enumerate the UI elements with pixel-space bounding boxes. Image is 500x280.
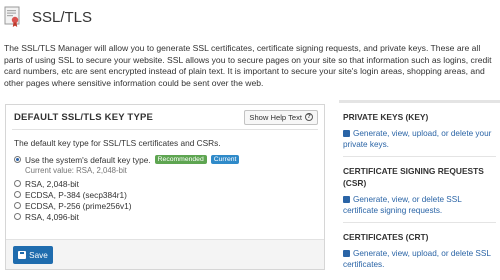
link-text: Generate, view, upload, or delete SSL ce…: [343, 249, 491, 269]
key-option-ecdsa-p384[interactable]: ECDSA, P-384 (secp384r1): [14, 189, 316, 200]
option-label: ECDSA, P-384 (secp384r1): [25, 189, 127, 200]
option-label: ECDSA, P-256 (prime256v1): [25, 200, 132, 211]
option-label: Use the system's default key type.: [25, 154, 151, 165]
csr-link[interactable]: Generate, view, or delete SSL certificat…: [343, 194, 496, 216]
panel-body: The default key type for SSL/TLS certifi…: [6, 130, 324, 222]
link-icon: [343, 130, 350, 137]
option-label: RSA, 4,096-bit: [25, 211, 79, 222]
show-help-text-button[interactable]: Show Help Text ?: [244, 109, 318, 125]
page-description: The SSL/TLS Manager will allow you to ge…: [4, 43, 492, 88]
sidebar-section-private-keys: PRIVATE KEYS (KEY) Generate, view, uploa…: [339, 103, 500, 156]
sidebar-section-csr: CERTIFICATE SIGNING REQUESTS (CSR) Gener…: [339, 157, 500, 222]
sidebar: PRIVATE KEYS (KEY) Generate, view, uploa…: [339, 100, 500, 276]
link-icon: [343, 250, 350, 257]
radio-selected[interactable]: [14, 156, 21, 163]
help-label: Show Help Text: [249, 112, 302, 122]
sidebar-title: CERTIFICATES (CRT): [343, 232, 429, 242]
question-icon: ?: [305, 113, 313, 121]
key-option-system-default[interactable]: Use the system's default key type. Recom…: [14, 154, 316, 165]
panel-footer: Save: [6, 239, 324, 269]
sidebar-title: PRIVATE KEYS (KEY): [343, 112, 429, 122]
certificate-icon: [4, 6, 22, 28]
link-text: Generate, view, or delete SSL certificat…: [343, 195, 462, 215]
panel-header: DEFAULT SSL/TLS KEY TYPE Show Help Text …: [6, 105, 324, 129]
current-value-text: Current value: RSA, 2,048-bit: [25, 166, 127, 175]
link-icon: [343, 196, 350, 203]
panel-title: DEFAULT SSL/TLS KEY TYPE: [14, 111, 154, 123]
link-text: Generate, view, upload, or delete your p…: [343, 129, 492, 149]
key-option-ecdsa-p256[interactable]: ECDSA, P-256 (prime256v1): [14, 200, 316, 211]
panel-intro: The default key type for SSL/TLS certifi…: [14, 138, 221, 148]
sidebar-title: CERTIFICATE SIGNING REQUESTS (CSR): [343, 166, 484, 188]
key-option-rsa-2048[interactable]: RSA, 2,048-bit: [14, 178, 316, 189]
radio-button[interactable]: [14, 202, 21, 209]
save-button[interactable]: Save: [13, 246, 53, 264]
radio-button[interactable]: [14, 180, 21, 187]
key-type-panel: DEFAULT SSL/TLS KEY TYPE Show Help Text …: [5, 104, 325, 270]
option-label: RSA, 2,048-bit: [25, 178, 79, 189]
certificates-link[interactable]: Generate, view, upload, or delete SSL ce…: [343, 248, 496, 270]
radio-button[interactable]: [14, 191, 21, 198]
private-keys-link[interactable]: Generate, view, upload, or delete your p…: [343, 128, 496, 150]
current-badge: Current: [210, 155, 240, 164]
key-option-rsa-4096[interactable]: RSA, 4,096-bit: [14, 211, 316, 222]
recommended-badge: Recommended: [154, 155, 207, 164]
page-title: SSL/TLS: [32, 8, 93, 26]
radio-button[interactable]: [14, 213, 21, 220]
save-label: Save: [29, 250, 48, 260]
sidebar-section-certificates: CERTIFICATES (CRT) Generate, view, uploa…: [339, 223, 500, 276]
save-icon: [18, 251, 27, 259]
page-header: SSL/TLS: [4, 3, 92, 31]
